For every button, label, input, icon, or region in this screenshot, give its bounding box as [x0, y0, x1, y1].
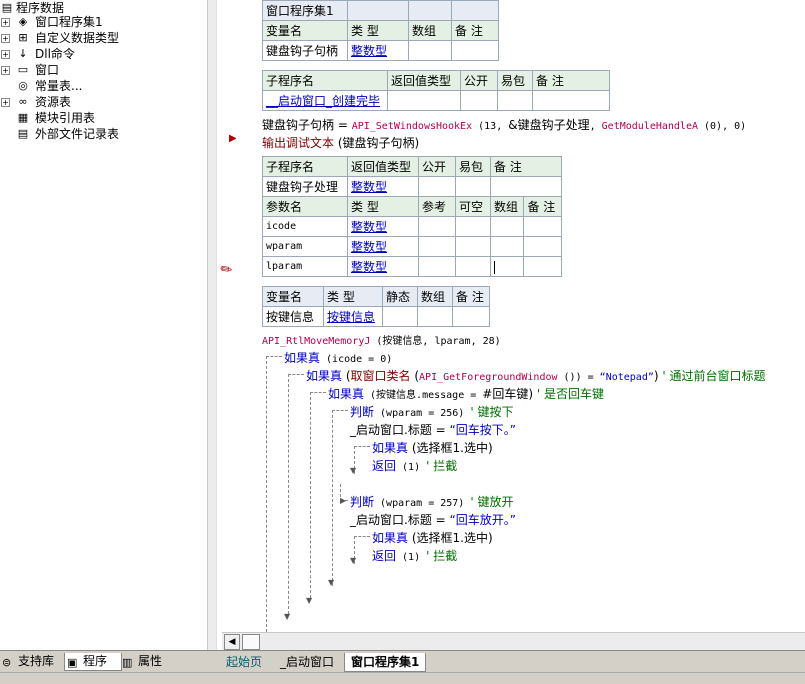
param-name-cell[interactable]: lparam	[262, 256, 348, 277]
return-type-cell[interactable]: 整数型	[347, 176, 419, 197]
flow-line	[332, 410, 348, 411]
code-line-8[interactable]: 返回 (1) ' 拦截	[372, 457, 457, 474]
breakpoint-pen-icon: ✎	[217, 260, 237, 280]
tab-window-assembly[interactable]: 窗口程序集1	[344, 653, 427, 672]
tree-item-label: 窗口	[35, 63, 60, 77]
param-name-cell[interactable]: icode	[262, 216, 348, 237]
flow-line	[310, 392, 311, 598]
code-line-6[interactable]: _启动窗口.标题 = “回车按下。”	[350, 421, 516, 438]
editor-tabs: 起始页 _启动窗口 窗口程序集1	[216, 650, 805, 673]
flow-line	[266, 356, 282, 357]
tab-startup-window[interactable]: _启动窗口	[274, 653, 340, 671]
assembly-name[interactable]: 窗口程序集1	[262, 0, 348, 21]
scroll-left-button[interactable]: ◀	[224, 634, 240, 650]
code-line-9[interactable]: 判断 (wparam = 257) ' 键放开	[350, 493, 513, 510]
tab-label: 程序	[83, 654, 108, 668]
sub1-table: 子程序名 返回值类型 公开 易包 备 注 __启动窗口_创建完毕	[262, 70, 610, 111]
expand-icon[interactable]: +	[1, 18, 10, 27]
col-header: 变量名	[262, 20, 348, 41]
library-icon: ⊜	[2, 656, 12, 669]
param-type-cell[interactable]: 整数型	[347, 216, 419, 237]
code-line-debug[interactable]: 输出调试文本 (键盘钩子句柄)	[262, 134, 419, 151]
param-type-cell[interactable]: 整数型	[347, 256, 419, 277]
tab-support-library[interactable]: ⊜ 支持库	[0, 653, 64, 670]
assembly-table: 窗口程序集1 变量名 类 型 数组 备 注 键盘钩子句柄 整数型	[262, 0, 499, 61]
tab-label: 支持库	[18, 654, 55, 668]
resource-icon: ∞	[18, 95, 28, 108]
scroll-thumb[interactable]	[242, 634, 260, 650]
flow-arrow-icon: ▼	[350, 556, 357, 565]
code-line-10[interactable]: _启动窗口.标题 = “回车放开。”	[350, 511, 516, 528]
constant-icon: ◎	[18, 79, 28, 92]
expand-icon[interactable]: +	[1, 66, 10, 75]
sub-name-cell[interactable]: 键盘钩子处理	[262, 176, 348, 197]
text-cursor-cell[interactable]	[489, 256, 525, 277]
datatype-icon: ⊞	[18, 31, 28, 44]
flow-line	[266, 356, 267, 632]
local-vars-table: 变量名 类 型 静态 数组 备 注 按键信息 按键信息	[262, 286, 490, 327]
file-record-icon: ▤	[17, 127, 29, 140]
code-line-11[interactable]: 如果真 (选择框1.选中)	[372, 529, 493, 546]
col-header: 备 注	[451, 20, 499, 41]
code-line-1[interactable]: API_RtlMoveMemoryJ (按键信息, lparam, 28)	[262, 332, 501, 347]
flow-arrow-icon: ▼	[306, 596, 313, 605]
code-line-12[interactable]: 返回 (1) ' 拦截	[372, 547, 457, 564]
tree-item-label: 常量表...	[35, 79, 83, 93]
properties-icon: ▥	[122, 656, 133, 669]
col-header: 数组	[408, 20, 452, 41]
status-bar	[0, 672, 805, 684]
flow-line	[288, 374, 304, 375]
tab-program[interactable]: ▣ 程序	[64, 653, 122, 671]
tab-properties[interactable]: ▥ 属性	[120, 653, 194, 670]
program-icon: ▣	[67, 656, 78, 669]
sub-name-cell[interactable]: __启动窗口_创建完毕	[262, 90, 388, 111]
left-panel-tabs: ⊜ 支持库 ▣ 程序 ▥ 属性	[0, 650, 216, 673]
module-icon: ◈	[18, 15, 28, 28]
expand-icon[interactable]: +	[1, 50, 10, 59]
module-ref-icon: ▦	[17, 111, 29, 124]
flow-arrow-right-icon: ▶	[340, 496, 347, 505]
var-name-cell[interactable]: 按键信息	[262, 306, 324, 327]
expand-icon[interactable]: +	[1, 34, 10, 43]
col-header: 类 型	[347, 20, 409, 41]
editor-gutter: ▶▶ ✎	[216, 0, 244, 650]
code-line-7[interactable]: 如果真 (选择框1.选中)	[372, 439, 493, 456]
code-line-2[interactable]: 如果真 (icode = 0)	[284, 349, 392, 366]
tree-item-label: 窗口程序集1	[35, 15, 103, 29]
flow-line	[354, 446, 370, 447]
dll-icon: ↓	[18, 47, 28, 60]
code-line-4[interactable]: 如果真 (按键信息.message = #回车键) ' 是否回车键	[328, 385, 604, 402]
flow-line	[288, 374, 289, 614]
tab-label: 属性	[138, 654, 163, 668]
flow-line	[310, 392, 326, 393]
var-type-cell[interactable]: 整数型	[347, 40, 409, 61]
tree-item-label: 模块引用表	[35, 111, 96, 125]
flow-arrow-icon: ▼	[284, 612, 291, 621]
flow-line	[354, 536, 370, 537]
tree-item-label: Dll命令	[35, 47, 75, 61]
param-type-cell[interactable]: 整数型	[347, 236, 419, 257]
var-name-cell[interactable]: 键盘钩子句柄	[262, 40, 348, 61]
tree-item-label: 自定义数据类型	[35, 31, 120, 45]
code-line-5[interactable]: 判断 (wparam = 256) ' 键按下	[350, 403, 513, 420]
text-caret	[494, 260, 495, 274]
tree-item-label: 外部文件记录表	[35, 127, 120, 141]
sub2-table: 子程序名 返回值类型 公开 易包 备 注 键盘钩子处理 整数型 参数名 类 型 …	[262, 156, 562, 277]
flow-arrow-icon: ▼	[350, 466, 357, 475]
window-icon: ▭	[17, 63, 29, 76]
tree-item-label: 资源表	[35, 95, 72, 109]
var-type-cell[interactable]: 按键信息	[323, 306, 383, 327]
folder-icon: ▤	[1, 1, 13, 14]
tab-start-page[interactable]: 起始页	[220, 653, 268, 671]
flow-arrow-icon: ▼	[328, 578, 335, 587]
param-name-cell[interactable]: wparam	[262, 236, 348, 257]
code-editor[interactable]: 窗口程序集1 变量名 类 型 数组 备 注 键盘钩子句柄 整数型 子程序名 返回…	[236, 0, 805, 632]
code-line-hook-assign[interactable]: 键盘钩子句柄 = API_SetWindowsHookEx (13, &键盘钩子…	[262, 116, 746, 133]
expand-icon[interactable]: +	[1, 98, 10, 107]
flow-line	[332, 410, 333, 586]
code-line-3[interactable]: 如果真 (取窗口类名 (API_GetForegroundWindow ()) …	[306, 367, 765, 384]
project-tree-panel: ▤ 程序数据 + ◈ 窗口程序集1 + ⊞ 自定义数据类型 + ↓ Dll命令 …	[0, 0, 207, 650]
editor-horizontal-scrollbar[interactable]: ◀	[222, 632, 805, 651]
